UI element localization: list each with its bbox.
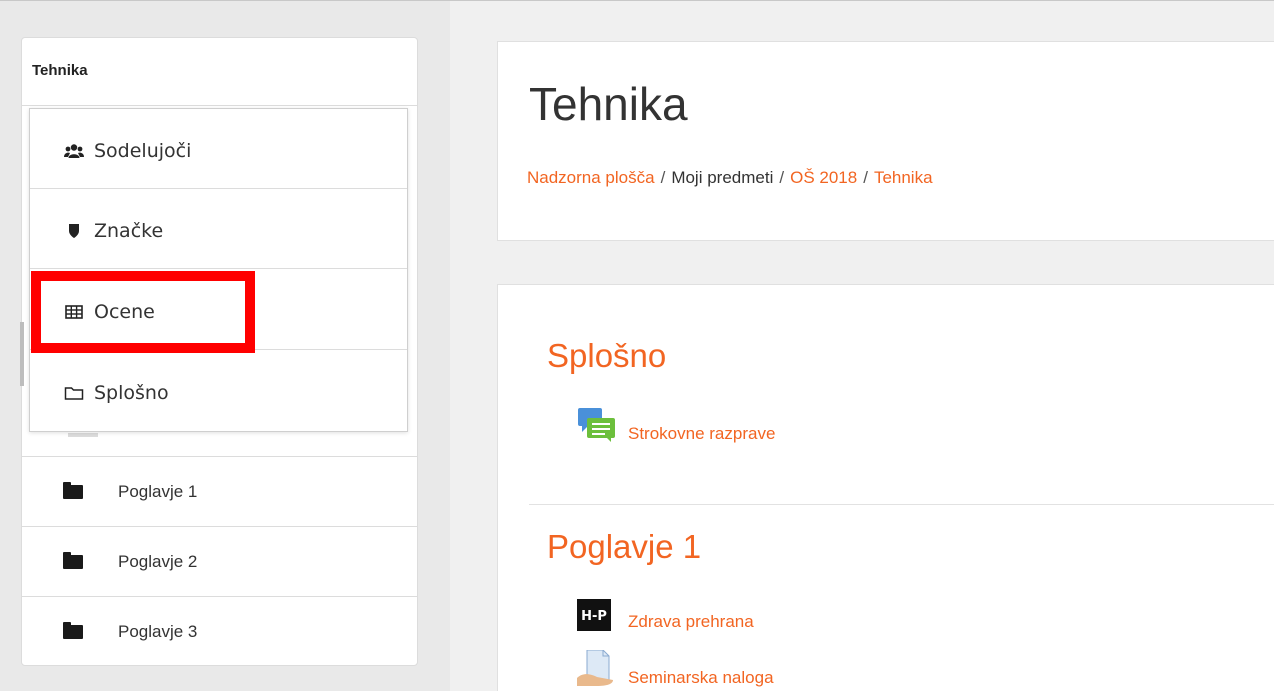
menu-item-sodelujoci[interactable]: Sodelujoči (30, 109, 407, 189)
activity-link[interactable]: Seminarska naloga (628, 668, 774, 688)
breadcrumb-link-category[interactable]: OŠ 2018 (790, 168, 857, 187)
sidebar-item-label: Poglavje 3 (118, 622, 198, 641)
course-nav-title[interactable]: Tehnika (32, 62, 88, 79)
h5p-icon: H-P (577, 599, 611, 631)
users-icon (64, 144, 84, 158)
sidebar-item-poglavje-1[interactable]: Poglavje 1 (22, 457, 417, 527)
forum-icon (578, 408, 615, 442)
breadcrumb-separator: / (779, 168, 785, 187)
assignment-icon (577, 650, 613, 686)
page-header-card (497, 41, 1274, 241)
course-menu-dropdown: Sodelujoči Značke Ocene Splošno (29, 108, 408, 432)
folder-icon (63, 622, 83, 639)
breadcrumb-separator: / (863, 168, 868, 187)
sidebar-item-label: Poglavje 2 (118, 552, 198, 571)
folder-outline-icon (64, 387, 84, 400)
breadcrumb-link-course[interactable]: Tehnika (874, 168, 933, 187)
breadcrumb-item-my-courses: Moji predmeti (671, 168, 774, 187)
activity-forum[interactable]: Strokovne razprave (577, 406, 877, 444)
sidebar-item-poglavje-2[interactable]: Poglavje 2 (22, 527, 417, 597)
breadcrumb-separator: / (660, 168, 666, 187)
h5p-icon-text: H-P (581, 609, 607, 624)
menu-item-splosno[interactable]: Splošno (30, 351, 407, 431)
highlight-box (31, 271, 255, 353)
nav-ghost-fragment (68, 433, 98, 437)
menu-item-label: Splošno (94, 382, 169, 404)
menu-item-znacke[interactable]: Značke (30, 189, 407, 269)
sidebar-item-poglavje-3[interactable]: Poglavje 3 (22, 597, 417, 667)
breadcrumb: Nadzorna plošča / Moji predmeti / OŠ 2018 / Te… (527, 168, 933, 188)
menu-item-label: Sodelujoči (94, 140, 192, 162)
folder-icon (63, 482, 83, 499)
activity-link[interactable]: Zdrava prehrana (628, 612, 754, 632)
folder-icon (63, 552, 83, 569)
activity-link[interactable]: Strokovne razprave (628, 424, 775, 444)
menu-item-label: Značke (94, 220, 164, 242)
section-title-poglavje-1[interactable]: Poglavje 1 (547, 528, 701, 566)
nav-ghost-edge (20, 322, 24, 386)
activity-assignment[interactable]: Seminarska naloga (577, 650, 877, 688)
nav-divider (22, 105, 417, 106)
breadcrumb-link-dashboard[interactable]: Nadzorna plošča (527, 168, 655, 187)
section-title-splosno[interactable]: Splošno (547, 337, 666, 375)
shield-icon (69, 224, 79, 238)
page-title: Tehnika (529, 78, 688, 130)
activity-h5p[interactable]: H-P Zdrava prehrana (577, 597, 877, 633)
section-divider (529, 504, 1274, 505)
sidebar-item-label: Poglavje 1 (118, 482, 198, 501)
